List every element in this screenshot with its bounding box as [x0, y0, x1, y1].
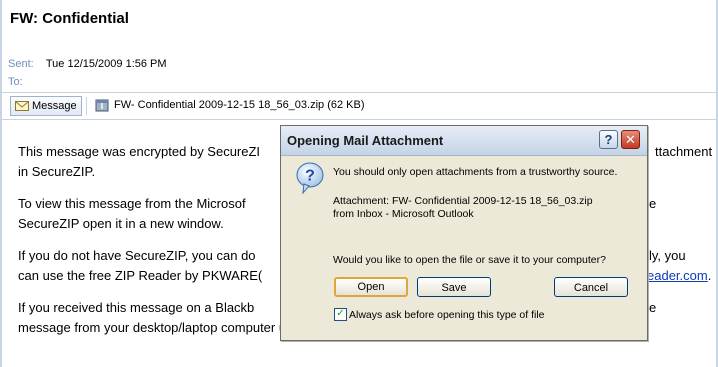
trust-warning: You should only open attachments from a … [333, 166, 618, 178]
body-text: . [707, 268, 712, 283]
cancel-button[interactable]: Cancel [554, 277, 628, 297]
close-icon: ✕ [625, 131, 636, 147]
body-text: This message was encrypted by SecureZI [18, 144, 261, 159]
body-text-right: ttachment [655, 144, 713, 159]
attachment-bar: Message FW- Confidential 2009-12-15 18_5… [2, 92, 716, 120]
tab-separator [86, 97, 87, 115]
body-text-right: e [649, 300, 657, 315]
envelope-icon [15, 101, 29, 111]
sent-row: Sent: Tue 12/15/2009 1:56 PM [8, 58, 167, 70]
sent-value: Tue 12/15/2009 1:56 PM [45, 58, 167, 70]
sent-label: Sent: [8, 58, 34, 70]
always-ask-checkbox[interactable]: ✓ [334, 308, 347, 321]
body-text: in SecureZIP. [18, 164, 96, 179]
window-frame-left [0, 0, 2, 367]
body-text: can use the free ZIP Reader by PKWARE( [18, 268, 263, 283]
dialog-title: Opening Mail Attachment [287, 133, 444, 148]
dialog-titlebar[interactable]: Opening Mail Attachment ? ✕ [281, 126, 647, 156]
body-text: If you do not have SecureZIP, you can do [18, 248, 256, 263]
attachment-item[interactable]: FW- Confidential 2009-12-15 18_56_03.zip… [90, 96, 369, 114]
open-or-save-question: Would you like to open the file or save … [333, 254, 606, 266]
open-button[interactable]: Open [334, 277, 408, 297]
zip-file-icon [95, 99, 109, 112]
body-text: If you received this message on a Blackb [18, 300, 255, 315]
body-text-right: e [649, 196, 657, 211]
message-subject: FW: Confidential [10, 10, 129, 27]
always-ask-label[interactable]: Always ask before opening this type of f… [349, 309, 545, 321]
body-text: To view this message from the Microsof [18, 196, 246, 211]
body-text-right: ly, you [649, 248, 686, 263]
message-tab[interactable]: Message [10, 96, 82, 116]
attachment-source: from Inbox - Microsoft Outlook [333, 208, 474, 220]
to-label: To: [8, 76, 23, 88]
message-tab-label: Message [32, 100, 77, 112]
opening-attachment-dialog: Opening Mail Attachment ? ✕ ? You should… [280, 125, 648, 341]
attachment-label: FW- Confidential 2009-12-15 18_56_03.zip… [114, 99, 365, 111]
svg-text:?: ? [305, 168, 315, 185]
body-text: SecureZIP open it in a new window. [18, 216, 224, 231]
attachment-name: Attachment: FW- Confidential 2009-12-15 … [333, 195, 593, 207]
help-button[interactable]: ? [599, 130, 618, 149]
save-button[interactable]: Save [417, 277, 491, 297]
to-row: To: [8, 76, 43, 88]
close-button[interactable]: ✕ [621, 130, 640, 149]
help-icon: ? [604, 132, 613, 147]
zip-reader-link[interactable]: eader.com [647, 268, 708, 283]
question-icon: ? [296, 162, 324, 195]
